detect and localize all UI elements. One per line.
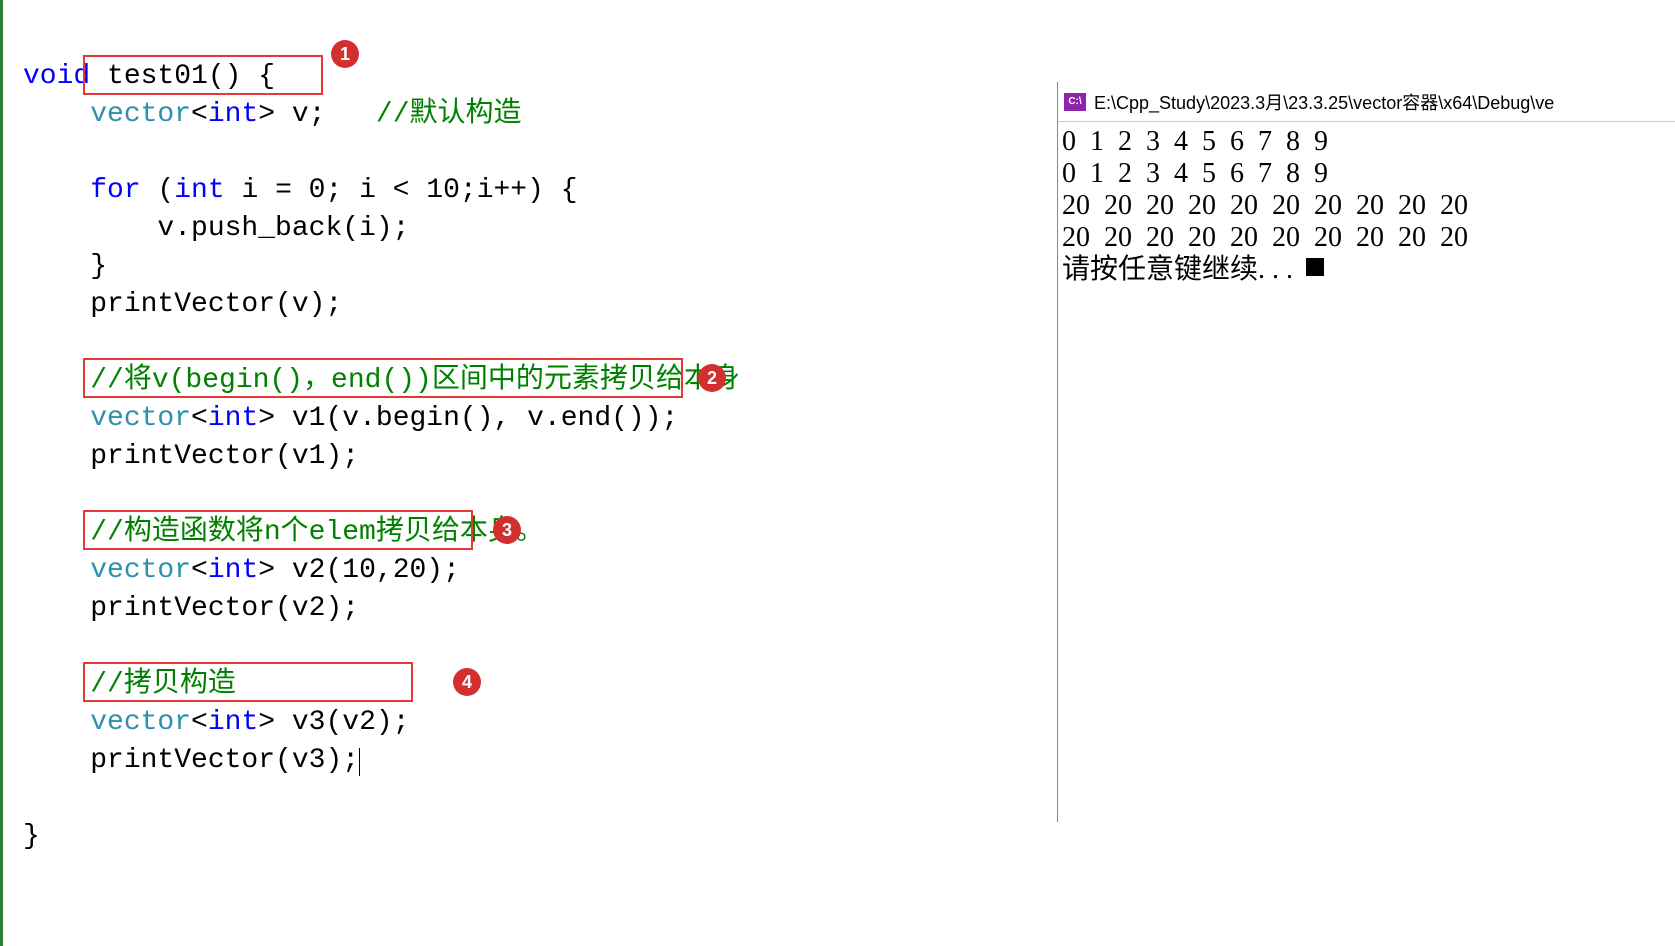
keyword-void: void [23, 61, 90, 92]
code-text: i = 0; i < 10;i++) { [225, 175, 578, 206]
code-text: ( [141, 175, 175, 206]
keyword-int: int [208, 99, 258, 130]
keyword-for: for [23, 175, 141, 206]
type-vector: vector [90, 99, 191, 130]
code-text: < [191, 403, 208, 434]
code-text: > v2(10,20); [258, 555, 460, 586]
comment: //将v(begin()，end())区间中的元素拷贝给本身 [23, 365, 740, 396]
keyword-int: int [208, 403, 258, 434]
keyword-int: int [208, 555, 258, 586]
code-text: test01() { [90, 61, 275, 92]
code-text: < [191, 99, 208, 130]
code-text: } [23, 251, 107, 282]
annotation-badge-3: 3 [493, 516, 521, 544]
annotation-badge-1: 1 [331, 40, 359, 68]
type-vector: vector [23, 707, 191, 738]
code-text: printVector(v2); [23, 593, 359, 624]
code-text: > v1(v.begin(), v.end()); [258, 403, 678, 434]
annotation-badge-2: 2 [698, 364, 726, 392]
code-text: printVector(v1); [23, 441, 359, 472]
keyword-int: int [208, 707, 258, 738]
console-titlebar[interactable]: C:\ E:\Cpp_Study\2023.3月\23.3.25\vector容… [1058, 82, 1675, 122]
code-content: void test01() { vector<int> v; //默认构造 fo… [23, 20, 740, 894]
console-prompt: 请按任意键继续. . . [1062, 254, 1300, 285]
code-editor[interactable]: - - void test01() { vector<int> v; //默认构… [0, 0, 850, 946]
type-vector: vector [23, 403, 191, 434]
code-text: printVector(v); [23, 289, 342, 320]
code-text: } [23, 821, 40, 852]
console-line: 0 1 2 3 4 5 6 7 8 9 [1062, 158, 1328, 189]
console-body[interactable]: 0 1 2 3 4 5 6 7 8 9 0 1 2 3 4 5 6 7 8 9 … [1058, 122, 1675, 290]
console-title: E:\Cpp_Study\2023.3月\23.3.25\vector容器\x6… [1094, 89, 1554, 115]
annotation-badge-4: 4 [453, 668, 481, 696]
fold-gutter: - - [0, 0, 3, 946]
comment: //默认构造 [326, 99, 522, 130]
console-window[interactable]: C:\ E:\Cpp_Study\2023.3月\23.3.25\vector容… [1057, 82, 1675, 822]
comment: //构造函数将n个elem拷贝给本身。 [23, 517, 544, 548]
type-vector: vector [23, 555, 191, 586]
code-text: > v; [258, 99, 325, 130]
comment: //拷贝构造 [23, 669, 236, 700]
console-line: 20 20 20 20 20 20 20 20 20 20 [1062, 222, 1468, 253]
code-text: < [191, 707, 208, 738]
console-icon: C:\ [1064, 93, 1086, 111]
code-text: printVector(v3); [23, 745, 359, 776]
console-line: 20 20 20 20 20 20 20 20 20 20 [1062, 190, 1468, 221]
code-text: > v3(v2); [258, 707, 409, 738]
code-text: < [191, 555, 208, 586]
console-cursor [1306, 258, 1324, 276]
keyword-int: int [174, 175, 224, 206]
console-line: 0 1 2 3 4 5 6 7 8 9 [1062, 126, 1328, 157]
text-cursor [359, 748, 360, 776]
code-text: v.push_back(i); [23, 213, 409, 244]
